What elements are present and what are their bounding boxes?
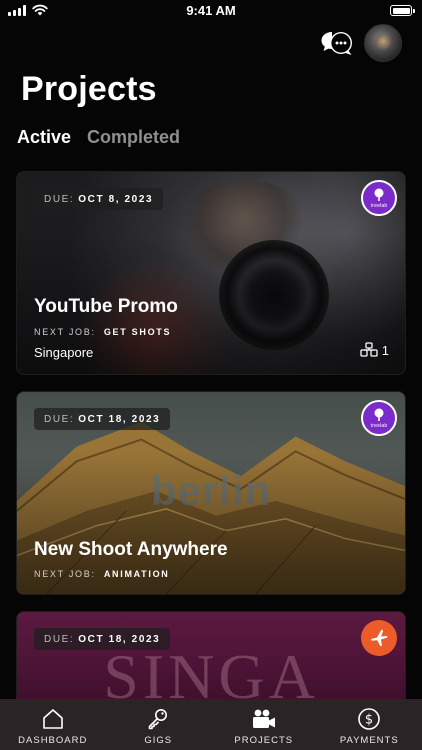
project-card-youtube-promo[interactable]: DUE: OCT 8, 2023 treelab YouTube Promo N… bbox=[16, 171, 406, 375]
treelab-logo: treelab bbox=[361, 180, 397, 216]
project-title: YouTube Promo bbox=[34, 296, 178, 317]
due-badge: DUE: OCT 18, 2023 bbox=[34, 408, 171, 430]
due-badge: DUE: OCT 18, 2023 bbox=[34, 628, 171, 650]
treelab-logo: treelab bbox=[361, 400, 397, 436]
bottom-tab-bar: DASHBOARD GIGS PROJECTS $ PAYMENTS bbox=[0, 699, 422, 750]
chat-bubbles-icon bbox=[321, 32, 352, 55]
project-card-singapore[interactable]: SINGA DUE: OCT 18, 2023 bbox=[16, 611, 406, 711]
tree-icon bbox=[374, 188, 384, 201]
nav-label: PAYMENTS bbox=[339, 735, 399, 746]
airplane-logo bbox=[361, 620, 397, 656]
due-date: OCT 18, 2023 bbox=[78, 413, 161, 425]
due-label: DUE: bbox=[44, 633, 75, 645]
crew-count: 1 bbox=[360, 342, 389, 358]
next-job-label: NEXT JOB: bbox=[34, 569, 96, 579]
nav-dashboard[interactable]: DASHBOARD bbox=[0, 699, 106, 750]
due-date: OCT 8, 2023 bbox=[78, 193, 154, 205]
svg-text:$: $ bbox=[365, 713, 373, 728]
due-badge: DUE: OCT 8, 2023 bbox=[34, 188, 164, 210]
next-job-value: GET SHOTS bbox=[103, 327, 172, 337]
user-avatar[interactable] bbox=[364, 24, 402, 62]
nav-gigs[interactable]: GIGS bbox=[106, 699, 212, 750]
project-location: Singapore bbox=[34, 345, 94, 360]
crew-icon bbox=[360, 342, 378, 357]
next-job-value: ANIMATION bbox=[103, 569, 170, 579]
project-card-new-shoot-anywhere[interactable]: berlin DUE: OCT 18, 2023 treelab New Sho… bbox=[16, 391, 406, 595]
project-title: New Shoot Anywhere bbox=[34, 539, 228, 560]
tree-icon bbox=[374, 408, 384, 421]
nav-projects[interactable]: PROJECTS bbox=[211, 699, 317, 750]
nav-payments[interactable]: $ PAYMENTS bbox=[317, 699, 422, 750]
next-job: NEXT JOB: GET SHOTS bbox=[34, 327, 171, 337]
due-label: DUE: bbox=[44, 413, 75, 425]
crew-count-value: 1 bbox=[381, 342, 389, 358]
status-time: 9:41 AM bbox=[186, 3, 236, 18]
messages-button[interactable] bbox=[320, 29, 354, 59]
tab-completed[interactable]: Completed bbox=[87, 127, 180, 148]
logo-text: treelab bbox=[370, 422, 388, 429]
video-camera-icon bbox=[252, 709, 275, 728]
nav-label: PROJECTS bbox=[234, 735, 294, 746]
due-date: OCT 18, 2023 bbox=[78, 633, 161, 645]
dollar-icon: $ bbox=[358, 708, 381, 730]
battery-icon bbox=[390, 5, 415, 16]
logo-text: treelab bbox=[370, 202, 388, 209]
due-label: DUE: bbox=[44, 193, 75, 205]
tab-active[interactable]: Active bbox=[17, 127, 71, 148]
page-title: Projects bbox=[21, 70, 157, 108]
nav-label: DASHBOARD bbox=[18, 735, 88, 746]
nav-label: GIGS bbox=[144, 735, 173, 746]
project-tabs: Active Completed bbox=[17, 127, 180, 148]
key-icon bbox=[148, 709, 168, 730]
status-bar: 9:41 AM bbox=[0, 0, 422, 24]
next-job-label: NEXT JOB: bbox=[34, 327, 96, 337]
next-job: NEXT JOB: ANIMATION bbox=[34, 569, 170, 579]
home-icon bbox=[42, 709, 63, 729]
airplane-icon bbox=[371, 629, 388, 647]
